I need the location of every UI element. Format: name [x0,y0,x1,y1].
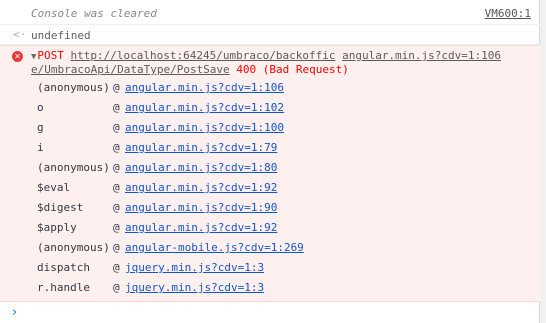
frame-at: @ [113,281,120,294]
frame-source-link[interactable]: angular.min.js?cdv=1:92 [125,221,277,234]
error-header-cont: e/UmbracoApi/DataType/PostSave 400 (Bad … [31,63,349,76]
error-message: ✕ ▼POST http://localhost:64245/umbraco/b… [0,45,540,302]
error-url-cont[interactable]: e/UmbracoApi/DataType/PostSave [31,63,230,76]
return-arrow-icon: <· [13,28,27,41]
stack-frame: (anonymous) @ angular.min.js?cdv=1:106 [37,81,284,101]
error-status: 400 (Bad Request) [236,63,349,76]
frame-source-link[interactable]: angular.min.js?cdv=1:79 [125,141,277,154]
expand-triangle-icon[interactable]: ▼ [31,52,36,62]
frame-at: @ [113,161,120,174]
frame-at: @ [113,141,120,154]
result-value: undefined [31,29,91,42]
frame-function: (anonymous) [37,81,110,94]
frame-source-link[interactable]: angular-mobile.js?cdv=1:269 [125,241,304,254]
frame-at: @ [113,181,120,194]
frame-at: @ [113,261,120,274]
stack-frame: g @ angular.min.js?cdv=1:100 [37,121,284,141]
frame-source-link[interactable]: angular.min.js?cdv=1:92 [125,181,277,194]
console-prompt[interactable]: › [0,302,540,323]
frame-function: $apply [37,221,77,234]
frame-at: @ [113,201,120,214]
frame-function: (anonymous) [37,241,110,254]
stack-frame: $digest @ angular.min.js?cdv=1:90 [37,201,277,221]
error-method: POST [37,49,64,62]
source-link[interactable]: VM600:1 [485,7,531,20]
frame-function: r.handle [37,281,90,294]
frame-at: @ [113,221,120,234]
stack-frame: o @ angular.min.js?cdv=1:102 [37,101,284,121]
stack-frame: (anonymous) @ angular.min.js?cdv=1:80 [37,161,277,181]
frame-source-link[interactable]: angular.min.js?cdv=1:102 [125,101,284,114]
error-circle-icon: ✕ [12,51,23,62]
stack-frame: i @ angular.min.js?cdv=1:79 [37,141,277,161]
error-header[interactable]: ▼POST http://localhost:64245/umbraco/bac… [31,49,501,62]
frame-at: @ [113,241,120,254]
frame-source-link[interactable]: angular.min.js?cdv=1:100 [125,121,284,134]
frame-function: (anonymous) [37,161,110,174]
prompt-chevron-icon: › [12,305,18,320]
frame-source-link[interactable]: jquery.min.js?cdv=1:3 [125,261,264,274]
stack-frame: r.handle @ jquery.min.js?cdv=1:3 [37,281,264,301]
frame-at: @ [113,81,120,94]
frame-function: o [37,101,44,114]
frame-function: $digest [37,201,84,214]
console-cleared-message: Console was cleared VM600:1 [0,0,540,25]
frame-source-link[interactable]: angular.min.js?cdv=1:80 [125,161,277,174]
scrollbar[interactable] [540,0,546,323]
frame-function: g [37,121,44,134]
frame-source-link[interactable]: angular.min.js?cdv=1:106 [125,81,284,94]
frame-function: i [37,141,44,154]
stack-frame: dispatch @ jquery.min.js?cdv=1:3 [37,261,264,281]
frame-source-link[interactable]: jquery.min.js?cdv=1:3 [125,281,264,294]
frame-at: @ [113,121,120,134]
frame-function: dispatch [37,261,90,274]
error-url[interactable]: http://localhost:64245/umbraco/backoffic [71,49,336,62]
error-source-link[interactable]: angular.min.js?cdv=1:106 [342,49,501,62]
console-panel: Console was cleared VM600:1 <· undefined… [0,0,540,323]
frame-source-link[interactable]: angular.min.js?cdv=1:90 [125,201,277,214]
stack-frame: (anonymous) @ angular-mobile.js?cdv=1:269 [37,241,304,261]
stack-frame: $apply @ angular.min.js?cdv=1:92 [37,221,277,241]
frame-function: $eval [37,181,71,194]
stack-frame: $eval @ angular.min.js?cdv=1:92 [37,181,277,201]
frame-at: @ [113,101,120,114]
console-result-row: <· undefined [0,25,540,45]
cleared-text: Console was cleared [31,7,157,20]
